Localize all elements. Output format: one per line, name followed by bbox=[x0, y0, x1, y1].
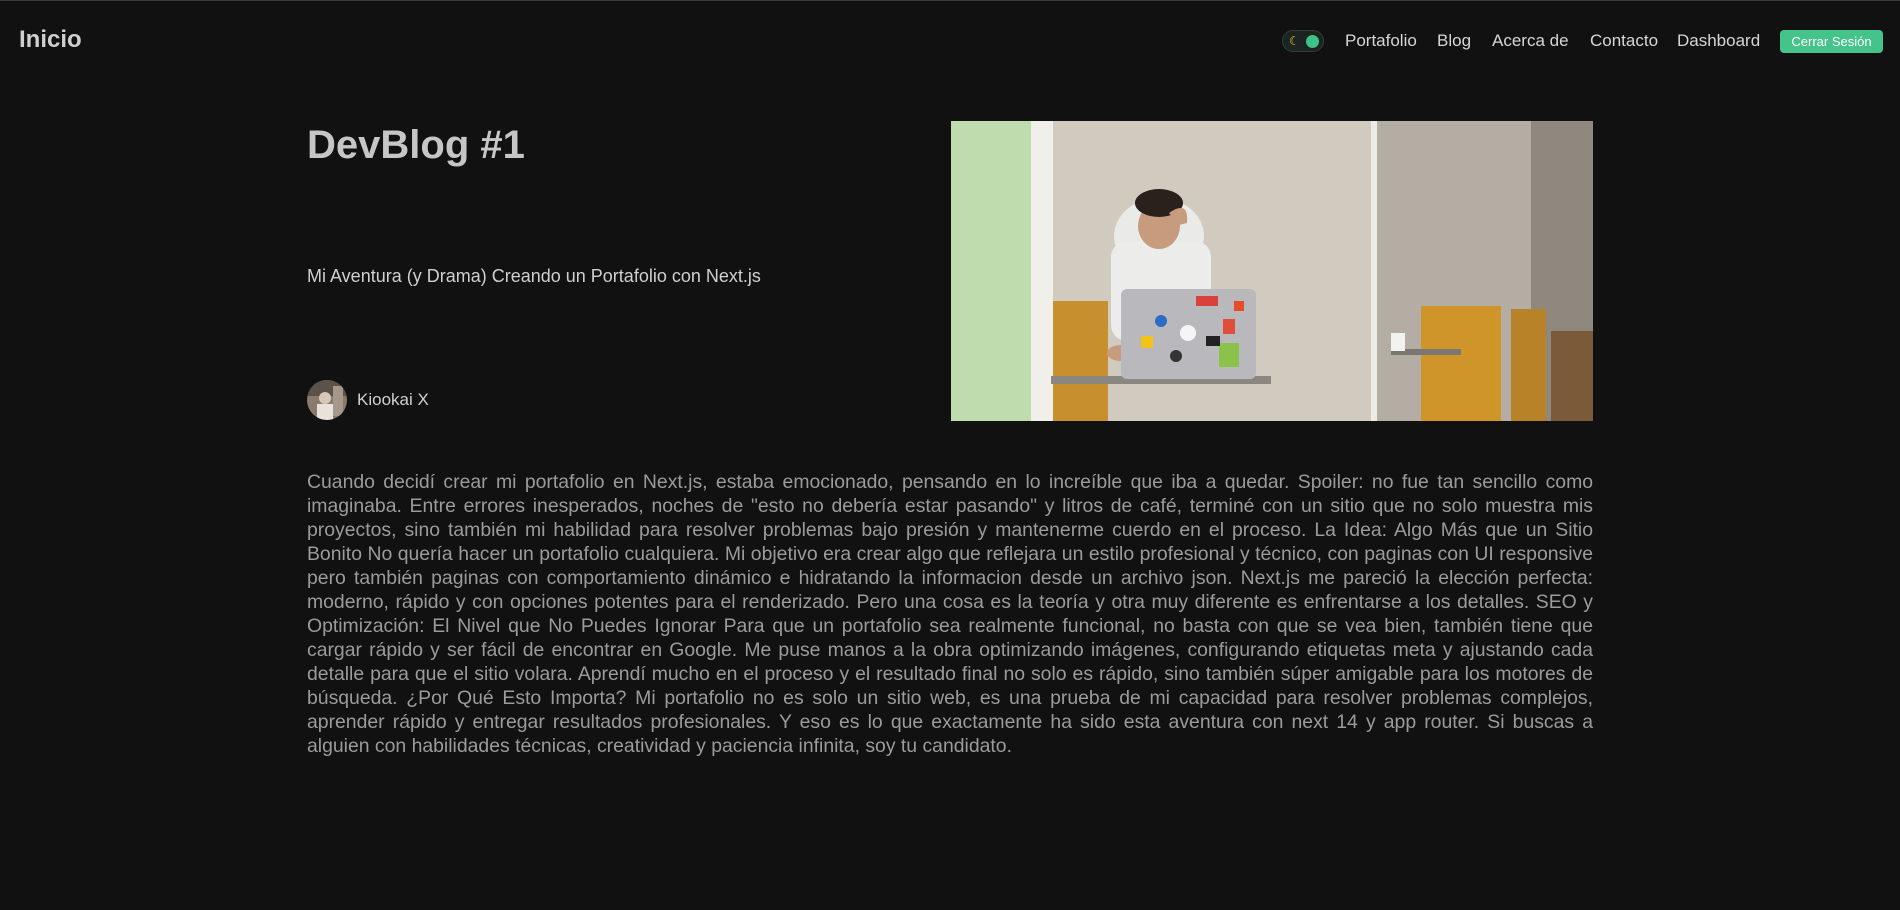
author-info: Kiookai X bbox=[307, 380, 429, 420]
post-body: Cuando decidí crear mi portafolio en Nex… bbox=[307, 471, 1593, 757]
moon-icon: ☾ bbox=[1289, 34, 1300, 48]
nav-link-contacto[interactable]: Contacto bbox=[1590, 31, 1658, 51]
hero-image bbox=[951, 121, 1593, 421]
author-name: Kiookai X bbox=[357, 390, 429, 409]
nav-link-acerca[interactable]: Acerca de bbox=[1492, 31, 1569, 51]
author-avatar bbox=[307, 380, 347, 420]
logout-button[interactable]: Cerrar Sesión bbox=[1780, 30, 1883, 53]
post-title: DevBlog #1 bbox=[307, 123, 525, 167]
nav-link-blog[interactable]: Blog bbox=[1437, 31, 1471, 51]
top-border bbox=[0, 0, 1900, 1]
theme-toggle[interactable]: ☾ bbox=[1282, 30, 1324, 52]
nav-link-portafolio[interactable]: Portafolio bbox=[1345, 31, 1417, 51]
toggle-knob bbox=[1306, 35, 1319, 48]
post-subtitle: Mi Aventura (y Drama) Creando un Portafo… bbox=[307, 266, 761, 286]
home-link[interactable]: Inicio bbox=[19, 26, 82, 54]
nav-link-dashboard[interactable]: Dashboard bbox=[1677, 31, 1760, 51]
